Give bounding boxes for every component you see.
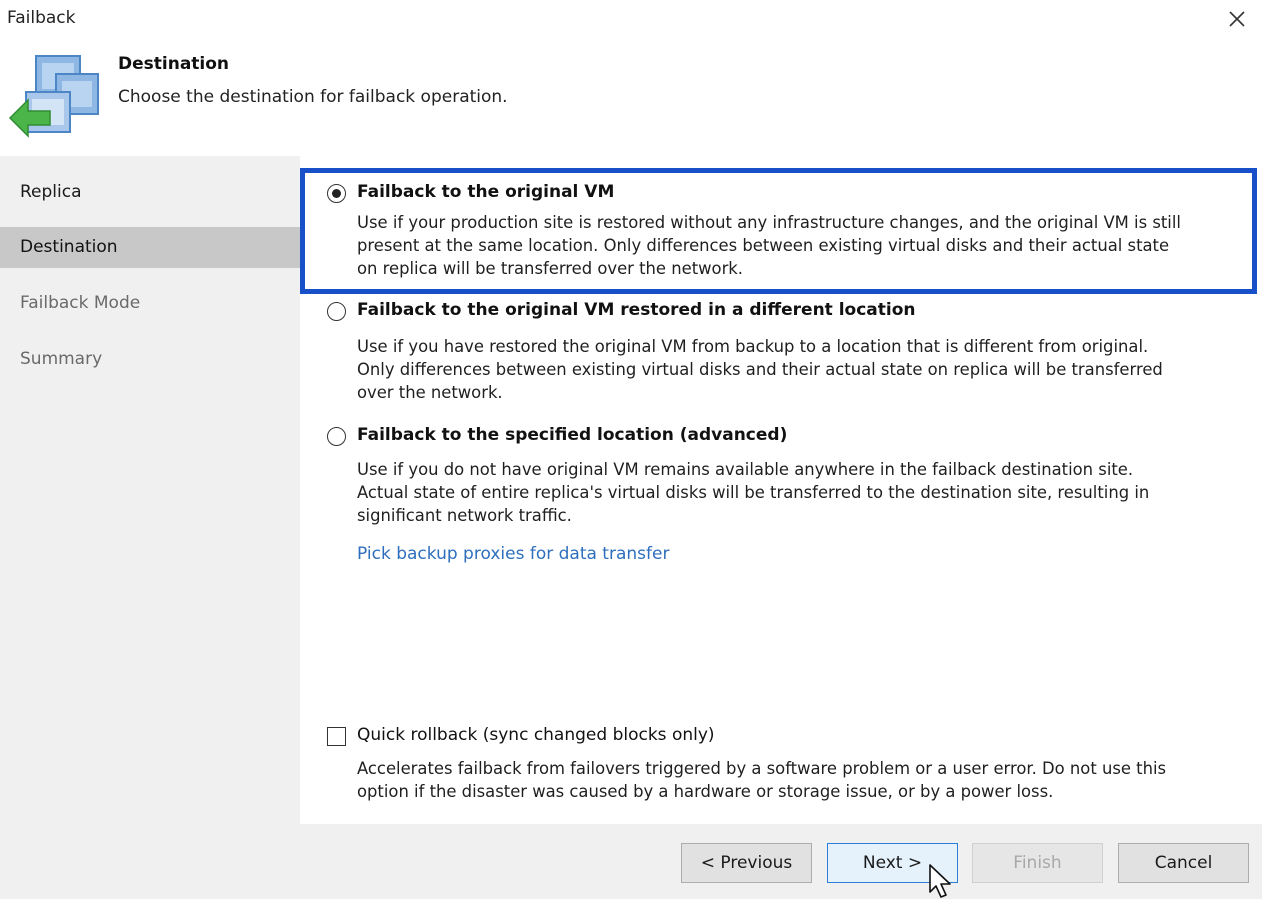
option-original-vm-label[interactable]: Failback to the original VM <box>357 182 614 202</box>
option-specified-location-description: Use if you do not have original VM remai… <box>357 458 1257 527</box>
description-line: over the network. <box>357 383 503 402</box>
description-line: Use if your production site is restored … <box>357 213 1181 232</box>
description-line: present at the same location. Only diffe… <box>357 236 1170 255</box>
quick-rollback-label[interactable]: Quick rollback (sync changed blocks only… <box>357 725 715 745</box>
wizard-steps-sidebar: Replica Destination Failback Mode Summar… <box>0 156 300 824</box>
description-line: Accelerates failback from failovers trig… <box>357 759 1167 778</box>
window-title: Failback <box>7 8 76 28</box>
description-line: significant network traffic. <box>357 506 572 525</box>
quick-rollback-checkbox[interactable] <box>327 727 346 746</box>
option-original-vm-description: Use if your production site is restored … <box>357 211 1257 280</box>
sidebar-item-destination[interactable]: Destination <box>0 227 300 268</box>
option-specified-location-label[interactable]: Failback to the specified location (adva… <box>357 425 787 445</box>
destination-panel: Failback to the original VM Use if your … <box>300 156 1262 824</box>
quick-rollback-description: Accelerates failback from failovers trig… <box>357 757 1257 803</box>
description-line: option if the disaster was caused by a h… <box>357 782 1054 801</box>
finish-button[interactable]: Finish <box>972 843 1103 883</box>
description-line: Use if you do not have original VM remai… <box>357 460 1134 479</box>
page-title: Destination <box>118 54 230 74</box>
wizard-header: Destination Choose the destination for f… <box>0 40 1262 154</box>
option-different-location-description: Use if you have restored the original VM… <box>357 335 1257 404</box>
radio-original-vm[interactable] <box>327 184 346 203</box>
description-line: Only differences between existing virtua… <box>357 360 1163 379</box>
description-line: on replica will be transferred over the … <box>357 259 744 278</box>
mouse-cursor-icon <box>929 864 951 898</box>
failback-wizard-icon <box>8 55 99 138</box>
wizard-footer: < Previous Next > Finish Cancel <box>0 824 1262 899</box>
sidebar-item-replica[interactable]: Replica <box>0 172 300 213</box>
cancel-button[interactable]: Cancel <box>1118 843 1249 883</box>
title-bar: Failback <box>0 0 1262 40</box>
sidebar-item-failback-mode[interactable]: Failback Mode <box>0 283 300 324</box>
page-subtitle: Choose the destination for failback oper… <box>118 87 508 107</box>
pick-backup-proxies-link[interactable]: Pick backup proxies for data transfer <box>357 544 669 564</box>
description-line: Use if you have restored the original VM… <box>357 337 1149 356</box>
previous-button[interactable]: < Previous <box>681 843 812 883</box>
sidebar-item-summary[interactable]: Summary <box>0 339 300 380</box>
option-different-location-label[interactable]: Failback to the original VM restored in … <box>357 300 916 320</box>
radio-specified-location[interactable] <box>327 427 346 446</box>
close-icon[interactable] <box>1222 4 1250 32</box>
description-line: Actual state of entire replica's virtual… <box>357 483 1150 502</box>
radio-different-location[interactable] <box>327 302 346 321</box>
